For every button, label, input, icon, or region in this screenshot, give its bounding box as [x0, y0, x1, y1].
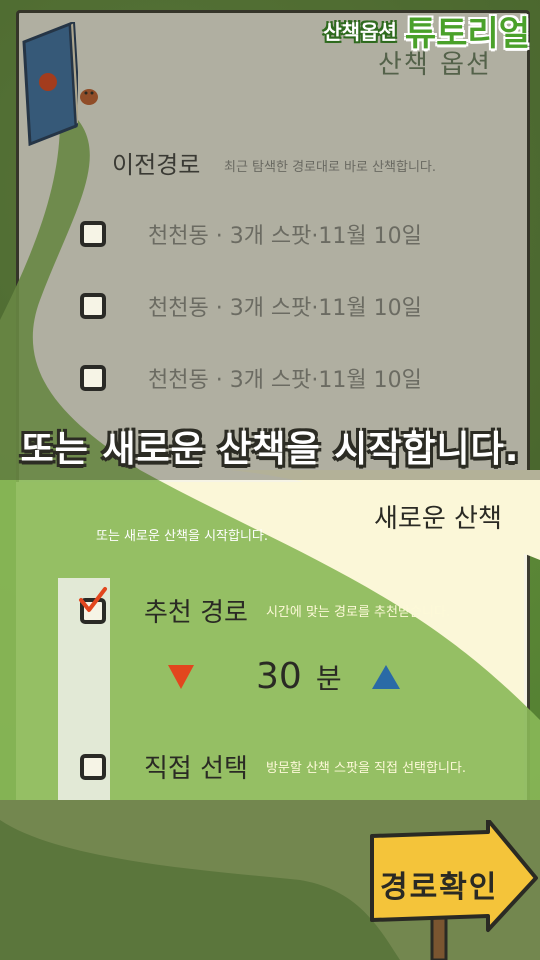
- route-label: 천천동 · 3개 스팟·11월 10일: [148, 368, 422, 393]
- minutes-selector: 30 분: [168, 656, 400, 697]
- minutes-value: 30: [256, 656, 302, 697]
- manual-select-option[interactable]: 직접 선택 방문할 산책 스팟을 직접 선택합니다.: [80, 748, 466, 785]
- checkmark-icon: [79, 587, 107, 612]
- previous-route-item[interactable]: 천천동 · 3개 스팟·11월 10일: [80, 358, 422, 398]
- manual-label: 직접 선택: [144, 754, 248, 784]
- new-walk-description: 또는 새로운 산책을 시작합니다.: [96, 529, 269, 544]
- route-checkbox[interactable]: [80, 293, 106, 319]
- route-label: 천천동 · 3개 스팟·11월 10일: [148, 224, 422, 249]
- decrease-minutes-button[interactable]: [168, 664, 194, 689]
- previous-route-item[interactable]: 천천동 · 3개 스팟·11월 10일: [80, 286, 422, 326]
- route-checkbox[interactable]: [80, 221, 106, 247]
- minutes-unit: 분: [315, 661, 342, 695]
- increase-minutes-button[interactable]: [371, 664, 400, 689]
- tutorial-banner: 또는 새로운 산책을 시작합니다.: [20, 429, 520, 470]
- new-walk-title: 새로운 산책: [374, 504, 502, 534]
- recommended-label: 추천 경로: [144, 598, 248, 628]
- route-label: 천천동 · 3개 스팟·11월 10일: [148, 296, 422, 321]
- tutorial-big-label: 튜토리얼: [404, 14, 530, 54]
- recommended-description: 시간에 맞는 경로를 추천받습니다.: [265, 605, 450, 620]
- route-checkbox[interactable]: [80, 365, 106, 391]
- previous-routes-description: 최근 탐색한 경로대로 바로 산책합니다.: [224, 160, 437, 175]
- confirm-route-label: 경로확인: [380, 870, 499, 905]
- tutorial-small-label: 산책옵션: [323, 20, 397, 44]
- tutorial-badge: 산책옵션 튜토리얼: [323, 6, 530, 55]
- recommended-route-option[interactable]: 추천 경로 시간에 맞는 경로를 추천받습니다.: [80, 592, 450, 629]
- previous-routes-title: 이전경로: [112, 151, 201, 179]
- walk-options-screen: 산책 옵션 산책옵션 튜토리얼 이전경로 최근 탐색한 경로대로 바로 산책합니다…: [0, 0, 540, 960]
- manual-checkbox[interactable]: [80, 753, 106, 780]
- manual-description: 방문할 산책 스팟을 직접 선택합니다.: [265, 761, 467, 776]
- previous-route-item[interactable]: 천천동 · 3개 스팟·11월 10일: [80, 214, 422, 254]
